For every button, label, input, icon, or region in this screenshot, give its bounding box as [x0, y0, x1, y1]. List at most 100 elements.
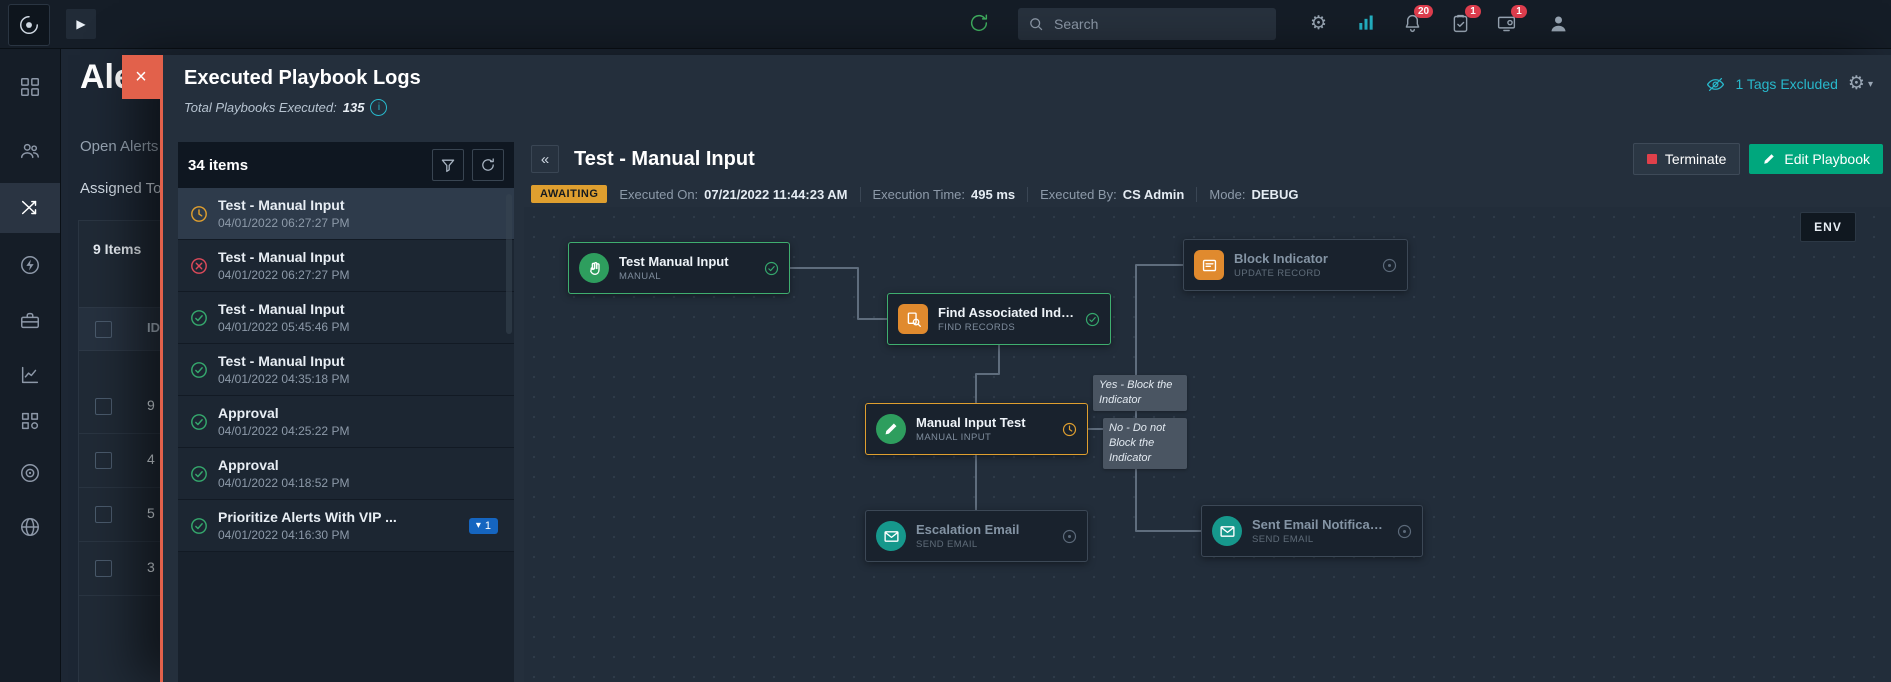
manual-trigger-icon [579, 253, 609, 283]
success-icon [190, 309, 208, 327]
log-time: 04/01/2022 06:27:27 PM [218, 216, 502, 230]
node-subtitle: MANUAL [619, 271, 754, 282]
log-time: 04/01/2022 06:27:27 PM [218, 268, 502, 282]
node-manual-input-test[interactable]: Manual Input Test MANUAL INPUT [865, 403, 1088, 455]
playbook-log-list: Test - Manual Input 04/01/2022 06:27:27 … [178, 188, 514, 682]
total-playbooks-line: Total Playbooks Executed: 135 i [184, 99, 387, 116]
column-header-id: ID [147, 320, 160, 335]
meta-mode: Mode: DEBUG [1209, 187, 1298, 202]
global-search [1018, 8, 1276, 40]
refresh-icon [480, 157, 496, 173]
node-subtitle: MANUAL INPUT [916, 432, 1052, 443]
meta-executed-on: Executed On: 07/21/2022 11:44:23 AM [619, 187, 847, 202]
node-title: Escalation Email [916, 522, 1052, 537]
edge-label-no: No - Do not Block the Indicator [1103, 418, 1187, 469]
nav-playbooks[interactable] [0, 183, 60, 233]
total-playbooks-label: Total Playbooks Executed: [184, 100, 337, 115]
grid-items-count: 9 Items [93, 241, 141, 257]
node-title: Find Associated Indicators [938, 305, 1075, 320]
divider [860, 187, 861, 202]
log-title: Test - Manual Input [218, 249, 458, 265]
pencil-icon [1762, 152, 1776, 166]
user-avatar-icon[interactable] [1548, 13, 1569, 39]
app-logo[interactable] [8, 4, 50, 46]
row-checkbox[interactable] [95, 452, 112, 469]
nav-teams[interactable] [0, 126, 60, 176]
nav-hunt[interactable] [0, 448, 60, 498]
list-item[interactable]: Prioritize Alerts With VIP ... 04/01/202… [178, 500, 514, 552]
log-time: 04/01/2022 04:16:30 PM [218, 528, 459, 542]
refresh-button[interactable] [472, 149, 504, 181]
breadcrumb-open-alerts[interactable]: Open Alerts [80, 138, 162, 155]
chevron-down-icon: ▾ [476, 520, 481, 531]
row-checkbox[interactable] [95, 506, 112, 523]
list-item[interactable]: Approval 04/01/2022 04:25:22 PM [178, 396, 514, 448]
terminate-label: Terminate [1665, 151, 1726, 167]
node-subtitle: SEND EMAIL [916, 539, 1052, 550]
row-checkbox[interactable] [95, 560, 112, 577]
filter-button[interactable] [432, 149, 464, 181]
tags-excluded-link[interactable]: 1 Tags Excluded [1735, 76, 1837, 92]
node-escalation-email[interactable]: Escalation Email SEND EMAIL [865, 510, 1088, 562]
modal-settings-gear[interactable]: ⚙ ▾ [1848, 73, 1873, 95]
tab-assigned-to[interactable]: Assigned To [80, 180, 162, 197]
playbook-log-list-panel: 34 items Test - Manual Input 04/01/2022 … [178, 142, 514, 682]
briefcase-icon [19, 310, 41, 332]
list-item[interactable]: Test - Manual Input 04/01/2022 06:27:27 … [178, 240, 514, 292]
manual-input-icon [876, 414, 906, 444]
child-count: 1 [485, 520, 491, 532]
node-test-manual-input[interactable]: Test Manual Input MANUAL [568, 242, 790, 294]
dashboard-grid-icon [19, 76, 41, 98]
notifications-badge: 20 [1414, 5, 1433, 18]
settings-gear-icon[interactable]: ⚙ [1310, 13, 1327, 35]
nav-cases[interactable] [0, 296, 60, 346]
env-button[interactable]: ENV [1800, 212, 1856, 242]
nav-widgets[interactable] [0, 396, 60, 446]
edit-label: Edit Playbook [1784, 151, 1870, 167]
sync-status-icon[interactable] [968, 12, 990, 39]
info-icon[interactable]: i [370, 99, 387, 116]
node-sent-email-notification[interactable]: Sent Email Notification SEND EMAIL [1201, 505, 1423, 557]
awaiting-icon [190, 205, 208, 223]
terminate-button[interactable]: Terminate [1633, 143, 1740, 175]
awaiting-icon [1062, 422, 1077, 437]
select-all-checkbox[interactable] [95, 321, 112, 338]
nav-automation[interactable] [0, 240, 60, 290]
divider [1027, 187, 1028, 202]
status-badge: AWAITING [531, 185, 607, 203]
search-input[interactable] [1052, 15, 1236, 33]
node-title: Sent Email Notification [1252, 517, 1387, 532]
executed-playbook-logs-modal: × Executed Playbook Logs Total Playbooks… [160, 55, 1891, 682]
close-modal-button[interactable]: × [122, 55, 160, 99]
topbar: ▶ ⚙ 20 1 1 [0, 0, 1891, 49]
playbook-detail-panel: « Test - Manual Input Terminate Edit Pla… [524, 144, 1891, 682]
list-scrollbar[interactable] [506, 194, 512, 334]
stop-icon [1647, 154, 1657, 164]
collapse-list-button[interactable]: « [531, 145, 559, 173]
play-button[interactable]: ▶ [66, 9, 96, 39]
node-find-associated-indicators[interactable]: Find Associated Indicators FIND RECORDS [887, 293, 1111, 345]
crossed-arrows-icon [19, 197, 41, 219]
activity-bars-icon[interactable] [1356, 13, 1376, 38]
log-title: Test - Manual Input [218, 197, 458, 213]
success-icon [190, 465, 208, 483]
nav-dashboard[interactable] [0, 62, 60, 112]
edit-playbook-button[interactable]: Edit Playbook [1749, 144, 1883, 174]
left-nav-sidebar [0, 48, 61, 682]
list-count: 34 items [188, 157, 424, 174]
nav-reports[interactable] [0, 350, 60, 400]
list-item[interactable]: Test - Manual Input 04/01/2022 06:27:27 … [178, 188, 514, 240]
node-subtitle: SEND EMAIL [1252, 534, 1387, 545]
node-subtitle: UPDATE RECORD [1234, 268, 1372, 279]
node-block-indicator[interactable]: Block Indicator UPDATE RECORD [1183, 239, 1408, 291]
list-item[interactable]: Approval 04/01/2022 04:18:52 PM [178, 448, 514, 500]
gear-icon: ⚙ [1848, 73, 1865, 95]
row-checkbox[interactable] [95, 398, 112, 415]
modal-title: Executed Playbook Logs [184, 67, 421, 90]
list-item[interactable]: Test - Manual Input 04/01/2022 04:35:18 … [178, 344, 514, 396]
playbook-canvas[interactable]: ENV Test Manual Input MANUAL [524, 207, 1891, 682]
nav-global[interactable] [0, 502, 60, 552]
list-item[interactable]: Test - Manual Input 04/01/2022 05:45:46 … [178, 292, 514, 344]
child-playbooks-badge[interactable]: ▾ 1 [469, 518, 498, 534]
eye-off-icon[interactable] [1706, 75, 1725, 94]
